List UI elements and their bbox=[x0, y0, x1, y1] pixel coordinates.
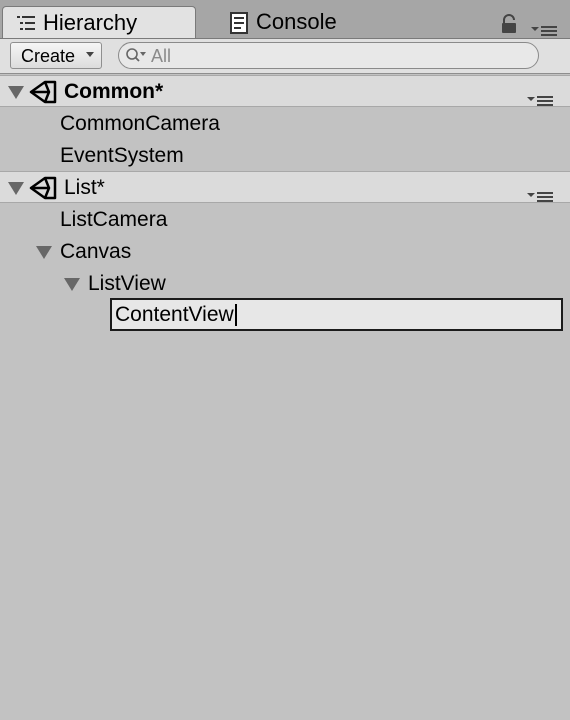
foldout-arrow-icon[interactable] bbox=[8, 182, 24, 195]
scene-name: List* bbox=[64, 176, 105, 199]
hierarchy-item-label: ListCamera bbox=[60, 208, 168, 231]
hierarchy-item-listview[interactable]: ListView bbox=[0, 268, 570, 300]
hierarchy-item-listcamera[interactable]: ListCamera bbox=[0, 204, 570, 236]
hierarchy-item-label: ListView bbox=[88, 272, 166, 295]
hierarchy-item-eventsystem[interactable]: EventSystem bbox=[0, 140, 570, 172]
hierarchy-item-canvas[interactable]: Canvas bbox=[0, 236, 570, 268]
search-input[interactable]: All bbox=[118, 42, 539, 69]
rename-field[interactable]: ContentView bbox=[110, 298, 563, 331]
scene-name: Common* bbox=[64, 80, 164, 103]
foldout-arrow-icon[interactable] bbox=[8, 86, 24, 99]
foldout-arrow-icon[interactable] bbox=[64, 278, 80, 291]
scene-header-list[interactable]: List* bbox=[0, 171, 570, 203]
create-button-label: Create bbox=[21, 46, 76, 66]
create-button[interactable]: Create bbox=[10, 42, 102, 69]
dropdown-arrow-icon bbox=[86, 52, 94, 57]
tab-console-label: Console bbox=[256, 9, 337, 34]
tab-hierarchy-label: Hierarchy bbox=[43, 9, 138, 35]
tab-bar: Hierarchy Console bbox=[0, 0, 570, 38]
text-caret bbox=[234, 304, 237, 327]
hierarchy-item-commoncamera[interactable]: CommonCamera bbox=[0, 108, 570, 140]
hierarchy-item-label: EventSystem bbox=[60, 144, 184, 167]
scene-header-common[interactable]: Common* bbox=[0, 75, 570, 107]
tab-console[interactable]: Console bbox=[216, 6, 396, 38]
search-placeholder: All bbox=[151, 46, 172, 66]
hierarchy-toolbar: Create All bbox=[0, 38, 570, 74]
list-icon bbox=[15, 12, 37, 34]
tab-hierarchy[interactable]: Hierarchy bbox=[2, 6, 196, 38]
rename-field-text: ContentView bbox=[115, 303, 234, 326]
hierarchy-item-label: CommonCamera bbox=[60, 112, 220, 135]
hierarchy-item-label: Canvas bbox=[60, 240, 132, 263]
lock-icon[interactable] bbox=[501, 14, 517, 39]
foldout-arrow-icon[interactable] bbox=[36, 246, 52, 259]
search-icon bbox=[125, 47, 149, 70]
console-icon bbox=[228, 11, 250, 34]
